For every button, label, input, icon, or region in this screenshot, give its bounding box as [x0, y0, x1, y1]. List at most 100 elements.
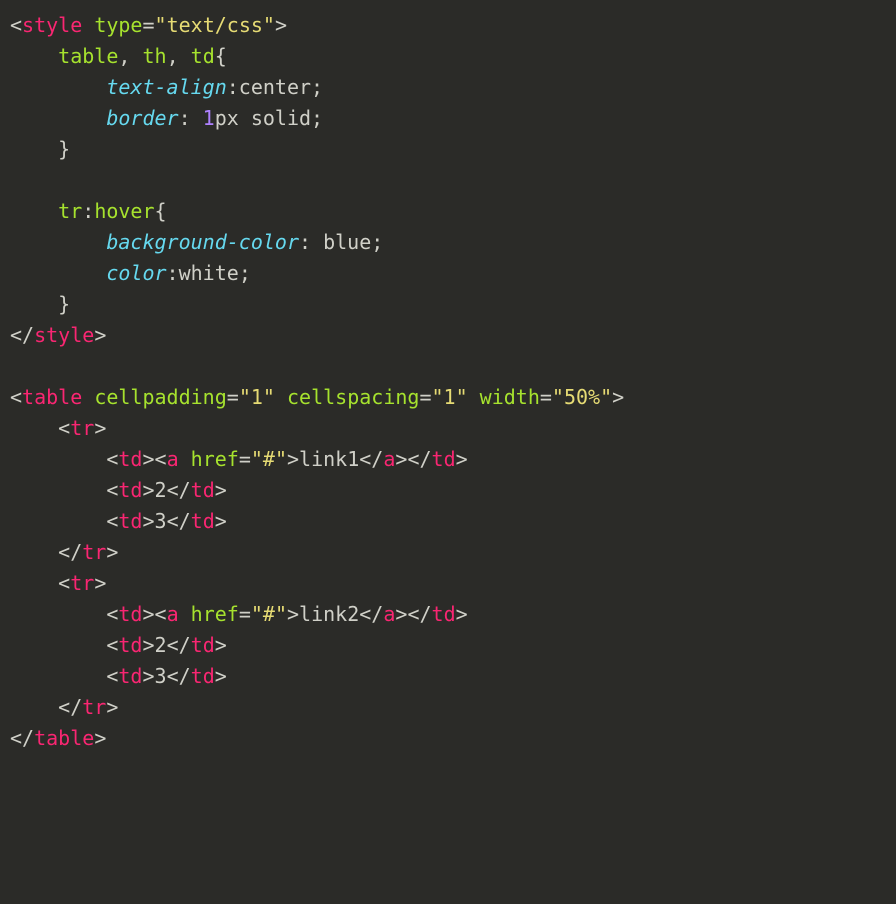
code-token: td: [191, 44, 215, 68]
code-token: <: [10, 416, 70, 440]
code-token: [10, 75, 106, 99]
code-token: td: [191, 633, 215, 657]
code-line: <td>3</td>: [10, 661, 886, 692]
code-token: >: [456, 447, 468, 471]
code-token: href: [191, 447, 239, 471]
code-line: border: 1px solid;: [10, 103, 886, 134]
code-token: >: [215, 509, 227, 533]
code-line: <td>2</td>: [10, 630, 886, 661]
code-token: >: [142, 509, 154, 533]
code-token: "#": [251, 602, 287, 626]
code-token: <: [10, 478, 118, 502]
code-token: tr: [82, 695, 106, 719]
code-token: table: [58, 44, 118, 68]
code-token: >: [612, 385, 624, 409]
code-token: <: [10, 447, 118, 471]
code-line: </table>: [10, 723, 886, 754]
code-token: "1": [431, 385, 467, 409]
code-token: >: [106, 540, 118, 564]
code-token: >: [275, 13, 287, 37]
code-token: }: [10, 292, 70, 316]
code-token: "50%": [552, 385, 612, 409]
code-token: tr: [70, 571, 94, 595]
code-token: style: [34, 323, 94, 347]
code-token: <: [10, 664, 118, 688]
code-token: link2: [299, 602, 359, 626]
code-token: ><: [142, 447, 166, 471]
code-token: >: [94, 323, 106, 347]
code-line: }: [10, 289, 886, 320]
code-token: :: [167, 261, 179, 285]
code-token: 2: [155, 633, 167, 657]
code-token: ,: [167, 44, 191, 68]
code-token: tr: [70, 416, 94, 440]
code-line: tr:hover{: [10, 196, 886, 227]
code-token: [275, 385, 287, 409]
code-line: <style type="text/css">: [10, 10, 886, 41]
code-token: "text/css": [155, 13, 275, 37]
code-token: td: [191, 509, 215, 533]
code-token: white: [179, 261, 239, 285]
code-token: td: [432, 447, 456, 471]
code-token: td: [432, 602, 456, 626]
code-token: 3: [155, 664, 167, 688]
code-token: [10, 230, 106, 254]
code-token: {: [215, 44, 227, 68]
code-token: [179, 447, 191, 471]
code-line: <td><a href="#">link1</a></td>: [10, 444, 886, 475]
code-token: </: [10, 540, 82, 564]
code-token: ></: [395, 447, 431, 471]
code-token: a: [167, 447, 179, 471]
code-token: [82, 13, 94, 37]
code-line: <table cellpadding="1" cellspacing="1" w…: [10, 382, 886, 413]
code-token: td: [191, 478, 215, 502]
code-token: >: [287, 447, 299, 471]
code-token: a: [167, 602, 179, 626]
code-token: </: [167, 633, 191, 657]
code-token: type: [94, 13, 142, 37]
code-token: >: [215, 633, 227, 657]
code-token: td: [118, 447, 142, 471]
code-token: [179, 602, 191, 626]
code-line: [10, 351, 886, 382]
code-token: </: [359, 447, 383, 471]
code-token: 3: [155, 509, 167, 533]
code-line: color:white;: [10, 258, 886, 289]
code-token: "1": [239, 385, 275, 409]
code-token: >: [94, 416, 106, 440]
code-line: background-color: blue;: [10, 227, 886, 258]
code-token: 1: [203, 106, 215, 130]
code-line: <tr>: [10, 568, 886, 599]
code-token: <: [10, 385, 22, 409]
code-token: ><: [142, 602, 166, 626]
code-token: >: [142, 664, 154, 688]
code-token: >: [94, 571, 106, 595]
code-token: >: [215, 478, 227, 502]
code-token: >: [215, 664, 227, 688]
code-token: href: [191, 602, 239, 626]
code-line: text-align:center;: [10, 72, 886, 103]
code-token: td: [118, 633, 142, 657]
code-token: border: [106, 106, 178, 130]
code-token: td: [118, 509, 142, 533]
code-token: ;: [239, 261, 251, 285]
code-line: <td>3</td>: [10, 506, 886, 537]
code-token: [10, 261, 106, 285]
code-token: =: [239, 602, 251, 626]
code-token: =: [540, 385, 552, 409]
code-token: >: [106, 695, 118, 719]
code-token: td: [118, 664, 142, 688]
code-token: color: [106, 261, 166, 285]
code-token: :: [299, 230, 323, 254]
code-token: width: [480, 385, 540, 409]
code-token: </: [167, 664, 191, 688]
code-token: table: [22, 385, 82, 409]
code-token: cellpadding: [94, 385, 226, 409]
code-token: :: [179, 106, 203, 130]
code-token: "#": [251, 447, 287, 471]
code-token: {: [155, 199, 167, 223]
code-token: td: [191, 664, 215, 688]
code-token: a: [383, 602, 395, 626]
code-token: }: [10, 137, 70, 161]
code-token: tr: [82, 540, 106, 564]
